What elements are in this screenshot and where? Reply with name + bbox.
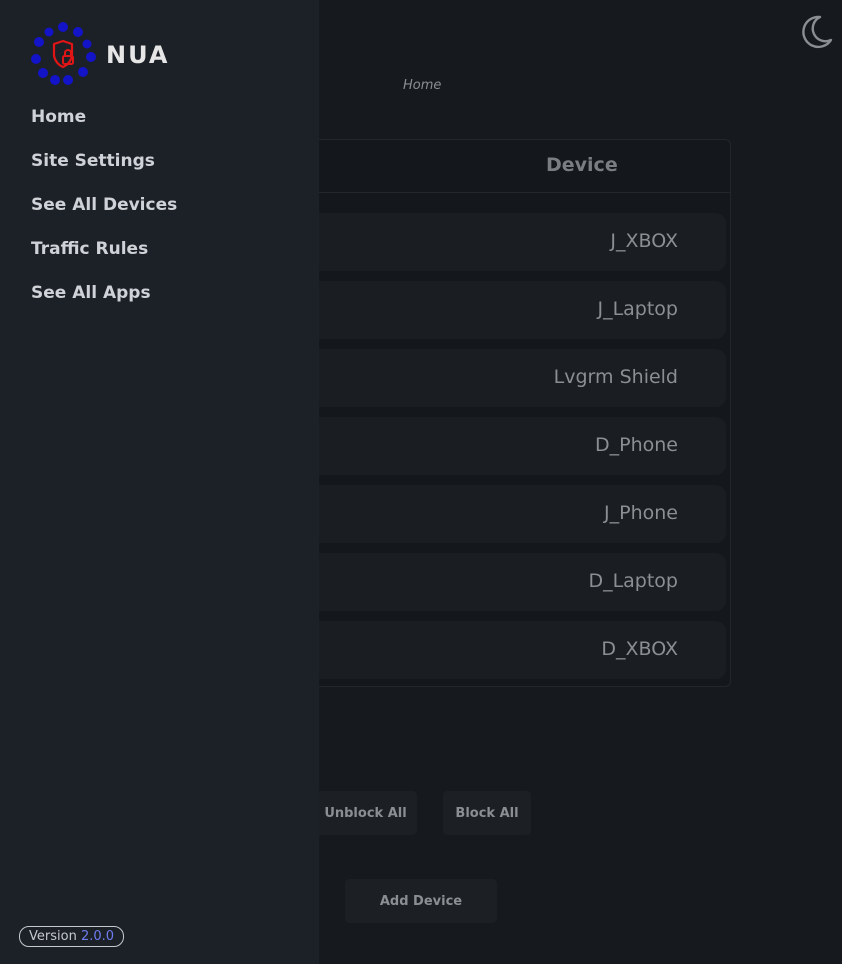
shield-lock-logo-icon — [31, 22, 96, 85]
device-name: J_Laptop — [597, 298, 678, 320]
logo-text: NUA — [106, 41, 170, 69]
device-name: J_XBOX — [610, 230, 678, 252]
table-row[interactable]: D_Phone — [251, 417, 726, 475]
app-page: Home Device J_XBOX J_Laptop Lvgrm Shield… — [0, 0, 842, 964]
version-label: Version — [29, 929, 77, 944]
device-name: J_Phone — [604, 502, 678, 524]
device-name: D_XBOX — [601, 638, 678, 660]
table-row[interactable]: J_XBOX — [251, 213, 726, 271]
block-all-button[interactable]: Block All — [443, 791, 531, 835]
nav-item-see-all-apps[interactable]: See All Apps — [31, 283, 151, 303]
table-row[interactable]: J_Laptop — [251, 281, 726, 339]
device-name: D_Laptop — [588, 570, 678, 592]
nav-item-home[interactable]: Home — [31, 107, 86, 127]
device-column-header: Device — [546, 154, 618, 176]
theme-toggle-button[interactable] — [796, 12, 836, 52]
version-number: 2.0.0 — [80, 929, 115, 944]
nav-item-traffic-rules[interactable]: Traffic Rules — [31, 239, 148, 259]
table-row[interactable]: D_XBOX — [251, 621, 726, 679]
nav-item-see-all-devices[interactable]: See All Devices — [31, 195, 177, 215]
table-row[interactable]: D_Laptop — [251, 553, 726, 611]
moon-icon — [802, 15, 833, 49]
breadcrumb[interactable]: Home — [403, 78, 441, 93]
nav-item-site-settings[interactable]: Site Settings — [31, 151, 155, 171]
version-badge: Version 2.0.0 — [19, 926, 125, 947]
table-row[interactable]: Lvgrm Shield — [251, 349, 726, 407]
device-name: Lvgrm Shield — [553, 366, 678, 388]
device-name: D_Phone — [595, 434, 678, 456]
nav-drawer: NUA Home Site Settings See All Devices T… — [0, 0, 319, 964]
add-device-button[interactable]: Add Device — [345, 879, 497, 923]
app-logo[interactable]: NUA — [30, 22, 180, 88]
unblock-all-button[interactable]: Unblock All — [314, 791, 417, 835]
table-row[interactable]: J_Phone — [251, 485, 726, 543]
